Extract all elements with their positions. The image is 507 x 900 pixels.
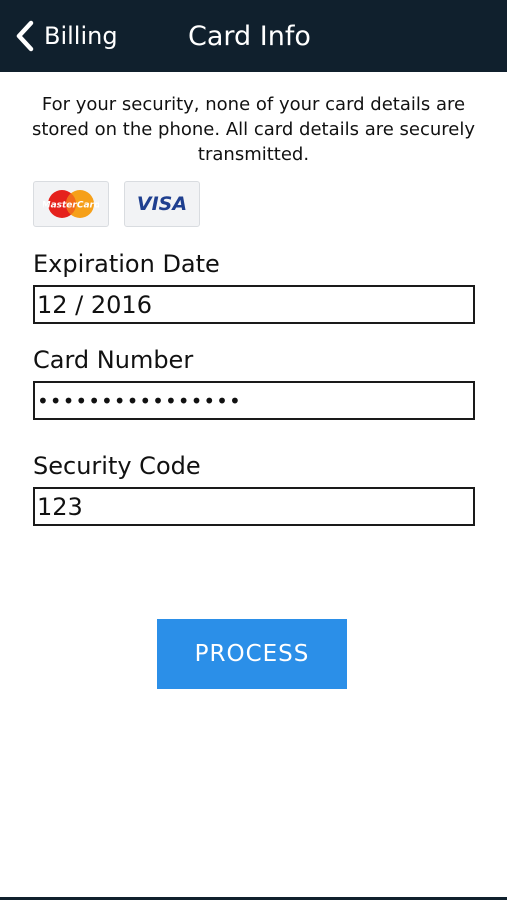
mastercard-logo: MasterCard: [33, 181, 109, 227]
chevron-left-icon: [16, 20, 34, 52]
security-note: For your security, none of your card det…: [31, 94, 476, 165]
expiration-date-label: Expiration Date: [33, 250, 220, 278]
card-number-label: Card Number: [33, 346, 194, 374]
back-label: Billing: [44, 22, 118, 50]
expiration-date-input[interactable]: [33, 285, 475, 324]
back-button[interactable]: Billing: [14, 18, 118, 54]
navigation-bar: Billing Card Info: [0, 0, 507, 72]
mastercard-logo-icon: MasterCard: [43, 190, 99, 218]
visa-logo: VISA: [124, 181, 200, 227]
mastercard-text: MasterCard: [43, 201, 99, 211]
security-code-label: Security Code: [33, 452, 201, 480]
page-title: Card Info: [188, 20, 311, 52]
card-number-input[interactable]: [33, 381, 475, 420]
visa-logo-icon: VISA: [136, 193, 188, 215]
security-code-input[interactable]: [33, 487, 475, 526]
process-button[interactable]: PROCESS: [157, 619, 347, 689]
